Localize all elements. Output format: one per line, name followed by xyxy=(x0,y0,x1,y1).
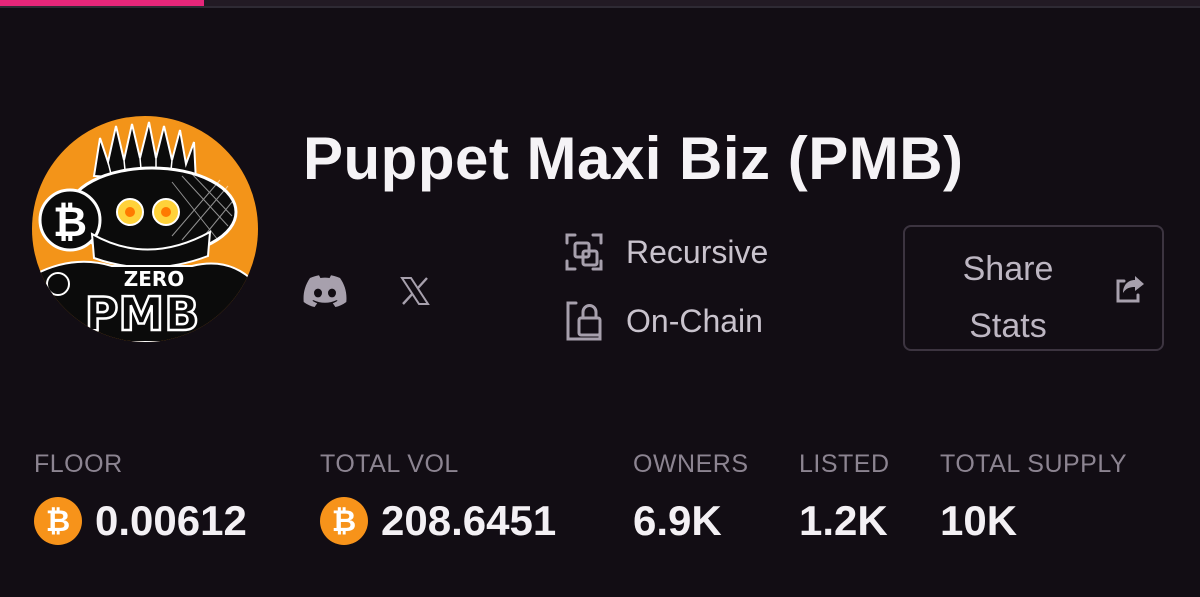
feature-on-chain: On-Chain xyxy=(564,300,763,342)
stat-total-supply: TOTAL SUPPLY 10K xyxy=(940,450,1127,545)
svg-text:PMB: PMB xyxy=(85,287,200,341)
stat-owners-label: OWNERS xyxy=(633,450,749,478)
share-stats-label: Share Stats xyxy=(962,250,1054,345)
bitcoin-icon: ₿ xyxy=(320,497,368,545)
stat-listed-label: LISTED xyxy=(799,450,890,478)
stat-listed-value: 1.2K xyxy=(799,497,888,544)
feature-on-chain-label: On-Chain xyxy=(626,302,763,339)
collection-title: Puppet Maxi Biz (PMB) xyxy=(303,125,964,192)
bitcoin-icon: ₿ xyxy=(34,497,82,545)
stat-total-supply-value: 10K xyxy=(940,497,1018,544)
feature-recursive-label: Recursive xyxy=(626,233,769,270)
x-icon xyxy=(400,277,430,305)
discord-icon xyxy=(303,275,347,307)
collection-avatar: ₿ ZERO PMB xyxy=(32,116,258,342)
stat-total-vol-value: 208.6451 xyxy=(381,497,557,544)
stat-floor-label: FLOOR xyxy=(34,450,123,478)
on-chain-icon xyxy=(566,301,602,341)
feature-recursive: Recursive xyxy=(564,232,768,272)
share-stats-button[interactable]: Share Stats xyxy=(903,225,1164,351)
recursive-icon xyxy=(565,233,603,271)
stat-total-supply-label: TOTAL SUPPLY xyxy=(940,450,1128,478)
header-divider xyxy=(0,6,1200,8)
discord-link[interactable] xyxy=(302,268,348,314)
svg-text:₿: ₿ xyxy=(53,197,87,246)
stat-total-vol-label: TOTAL VOL xyxy=(320,450,459,478)
stat-owners-value: 6.9K xyxy=(633,497,722,544)
share-icon xyxy=(1116,276,1144,303)
stat-floor-value: 0.00612 xyxy=(95,497,247,544)
stat-floor: FLOOR ₿ 0.00612 xyxy=(34,450,247,545)
stat-total-vol: TOTAL VOL ₿ 208.6451 xyxy=(320,450,556,545)
stat-listed: LISTED 1.2K xyxy=(799,450,890,545)
x-link[interactable] xyxy=(392,268,438,314)
svg-text:₿: ₿ xyxy=(46,504,70,539)
stat-owners: OWNERS 6.9K xyxy=(633,450,749,545)
svg-text:₿: ₿ xyxy=(332,504,356,539)
